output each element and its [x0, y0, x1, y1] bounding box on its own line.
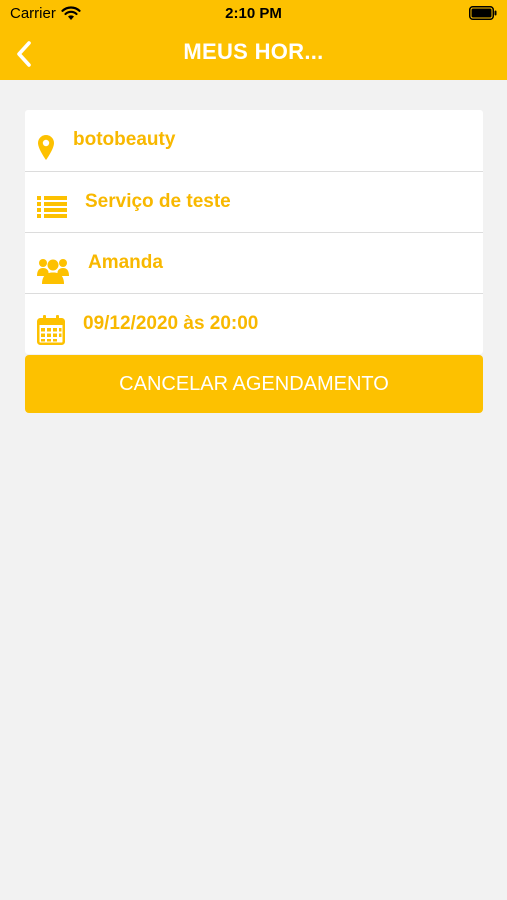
map-pin-icon — [38, 135, 54, 160]
salon-name: botobeauty — [73, 129, 176, 150]
status-time: 2:10 PM — [225, 5, 282, 22]
professional-row: Amanda — [25, 232, 483, 294]
users-icon — [37, 259, 69, 284]
status-bar: Carrier 2:10 PM — [0, 0, 507, 28]
service-row: Serviço de teste — [25, 171, 483, 233]
appointment-details-card: botobeauty Serviço de teste Amanda 09/12… — [25, 110, 483, 354]
datetime-row: 09/12/2020 às 20:00 — [25, 293, 483, 354]
salon-row: botobeauty — [25, 110, 483, 172]
cancel-appointment-button[interactable]: CANCELAR AGENDAMENTO — [25, 355, 483, 413]
navigation-bar: MEUS HOR... — [0, 28, 507, 80]
service-name: Serviço de teste — [85, 191, 231, 212]
list-icon — [37, 196, 67, 218]
page-title: MEUS HOR... — [183, 39, 324, 64]
calendar-icon — [37, 315, 65, 345]
professional-name: Amanda — [88, 252, 163, 273]
appointment-datetime: 09/12/2020 às 20:00 — [83, 313, 259, 334]
app-header: Carrier 2:10 PM MEUS HOR... — [0, 0, 507, 80]
battery-icon — [469, 6, 497, 20]
